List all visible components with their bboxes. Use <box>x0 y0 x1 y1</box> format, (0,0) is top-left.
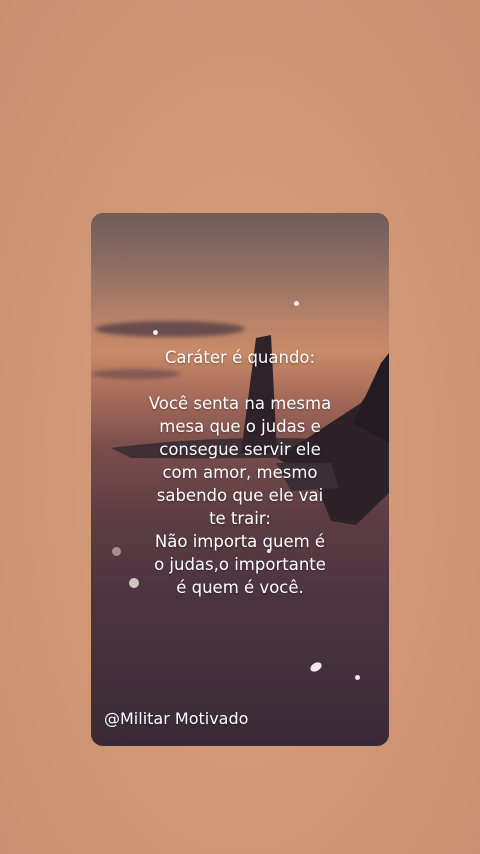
watermark-handle: @Militar Motivado <box>104 709 249 728</box>
particle <box>294 301 299 306</box>
quote-line: mesa que o judas e <box>159 417 321 436</box>
particle <box>153 330 158 335</box>
quote-line: Você senta na mesma <box>148 394 332 413</box>
quote-text: Caráter é quando: Você senta na mesma me… <box>91 346 389 599</box>
quote-title: Caráter é quando: <box>164 348 316 367</box>
quote-line: Não importa quem é <box>154 532 326 551</box>
quote-line: consegue servir ele <box>159 440 321 459</box>
quote-line: o judas,o importante <box>154 555 326 574</box>
quote-line: com amor, mesmo <box>162 463 318 482</box>
quote-line: sabendo que ele vai <box>156 486 324 505</box>
video-card[interactable]: Caráter é quando: Você senta na mesma me… <box>91 213 389 746</box>
quote-line: é quem é você. <box>176 578 304 597</box>
particle <box>355 675 360 680</box>
quote-line: te trair: <box>209 509 271 528</box>
